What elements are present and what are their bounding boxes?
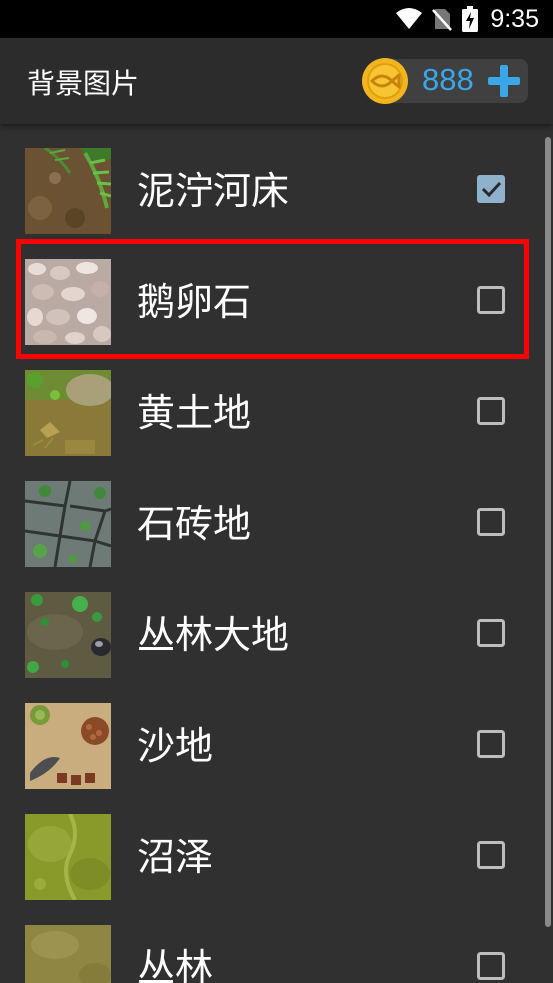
status-bar: 9:35 — [0, 0, 553, 38]
list-item[interactable]: 泥泞河床 — [0, 124, 553, 235]
no-sim-icon — [432, 9, 453, 31]
list-item-label: 沙地 — [137, 724, 214, 768]
list-item[interactable]: 沼泽 — [0, 790, 553, 901]
thumbnail-yellow-earth — [25, 370, 111, 456]
list-item-label: 黄土地 — [137, 391, 252, 435]
selection-highlight — [16, 239, 529, 359]
plus-icon[interactable] — [486, 63, 522, 99]
coin-count: 888 — [422, 62, 474, 97]
list-item[interactable]: 黄土地 — [0, 346, 553, 457]
checkbox-unchecked[interactable] — [477, 619, 505, 647]
checkbox-unchecked[interactable] — [477, 952, 505, 980]
fish-coin-icon — [362, 58, 408, 104]
thumbnail-stone-brick — [25, 481, 111, 567]
wifi-icon — [396, 8, 423, 29]
checkbox-unchecked[interactable] — [477, 508, 505, 536]
status-icons: 9:35 — [396, 5, 539, 33]
list-item-label: 丛林大地 — [137, 613, 290, 657]
thumbnail-swamp — [25, 814, 111, 900]
scrollbar[interactable] — [545, 137, 551, 927]
thumbnail-jungle-ground — [25, 592, 111, 678]
list-item-label: 丛林 — [137, 946, 214, 983]
battery-charging-icon — [462, 6, 479, 32]
page-title: 背景图片 — [27, 67, 140, 100]
thumbnail-muddy-riverbed — [25, 148, 111, 234]
list-item-label: 沼泽 — [137, 835, 214, 879]
list-item[interactable]: 沙地 — [0, 679, 553, 790]
list-item-label: 泥泞河床 — [137, 169, 290, 213]
checkbox-checked[interactable] — [477, 175, 505, 203]
list-item[interactable]: 丛林 — [0, 901, 553, 983]
list-item[interactable]: 石砖地 — [0, 457, 553, 568]
list-item[interactable]: 丛林大地 — [0, 568, 553, 679]
status-time: 9:35 — [490, 4, 539, 33]
checkbox-unchecked[interactable] — [477, 730, 505, 758]
checkbox-unchecked[interactable] — [477, 841, 505, 869]
checkbox-unchecked[interactable] — [477, 397, 505, 425]
coin-balance-widget[interactable]: 888 — [360, 57, 528, 105]
list-item-label: 石砖地 — [137, 502, 252, 546]
thumbnail-sand — [25, 703, 111, 789]
thumbnail-jungle — [25, 925, 111, 983]
app-bar: 背景图片 888 — [0, 38, 553, 124]
